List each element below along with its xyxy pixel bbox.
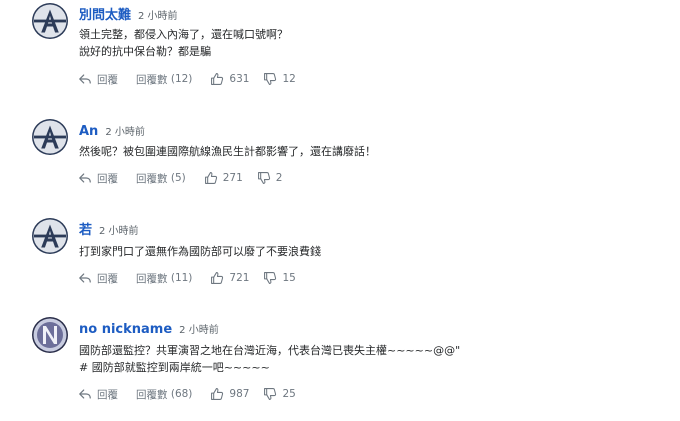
dislike-count: 2	[275, 172, 283, 184]
user-avatar[interactable]	[32, 3, 68, 39]
dislike-button[interactable]: 2	[257, 171, 283, 185]
comment-text: 打到家門口了還無作為國防部可以廢了不要浪費錢	[79, 243, 321, 260]
replies-count-button[interactable]: 回覆數 (5)	[136, 171, 186, 186]
like-count: 271	[222, 172, 243, 184]
dislike-button[interactable]: 12	[263, 72, 296, 86]
reply-button[interactable]: 回覆	[78, 387, 118, 402]
username[interactable]: 別問太難	[79, 8, 131, 23]
comment-line: # 國防部就監控到兩岸統一吧~~~~~	[79, 361, 270, 374]
dislike-button[interactable]: 15	[263, 271, 296, 285]
like-count: 987	[229, 388, 250, 400]
dislike-count: 12	[282, 73, 296, 85]
letter-a-avatar-icon	[32, 119, 68, 155]
username[interactable]: no nickname	[79, 322, 172, 337]
user-avatar[interactable]	[32, 218, 68, 254]
reply-arrow-icon	[78, 387, 92, 401]
replies-label: 回覆數	[136, 388, 168, 401]
thumbs-up-icon	[210, 387, 224, 401]
comment-line: 領土完整，都侵入內海了，還在喊口號啊？	[79, 28, 288, 41]
replies-count-button[interactable]: 回覆數 (11)	[136, 271, 192, 286]
reply-arrow-icon	[78, 72, 92, 86]
comment-actions: 回覆 回覆數 (11) 721 15	[78, 270, 296, 286]
reply-label: 回覆	[97, 73, 118, 86]
thumbs-up-icon	[204, 171, 218, 185]
comment-line: 打到家門口了還無作為國防部可以廢了不要浪費錢	[79, 245, 321, 258]
comment-actions: 回覆 回覆數 (12) 631 12	[78, 71, 296, 87]
timestamp: 2 小時前	[99, 226, 139, 237]
reply-arrow-icon	[78, 171, 92, 185]
timestamp: 2 小時前	[138, 11, 178, 22]
like-button[interactable]: 631	[210, 72, 249, 86]
like-button[interactable]: 721	[210, 271, 249, 285]
comment-line: 說好的抗中保台勒？都是騙	[79, 45, 211, 58]
replies-count: (68)	[170, 388, 193, 400]
replies-label: 回覆數	[136, 73, 168, 86]
replies-count: (12)	[170, 73, 193, 85]
reply-button[interactable]: 回覆	[78, 271, 118, 286]
thumbs-up-icon	[210, 271, 224, 285]
username[interactable]: An	[79, 124, 98, 139]
reply-arrow-icon	[78, 271, 92, 285]
dislike-count: 25	[282, 388, 296, 400]
thumbs-down-icon	[257, 171, 271, 185]
letter-a-avatar-icon	[32, 3, 68, 39]
thumbs-down-icon	[263, 271, 277, 285]
comment-actions: 回覆 回覆數 (68) 987 25	[78, 386, 296, 402]
reply-label: 回覆	[97, 172, 118, 185]
reply-label: 回覆	[97, 388, 118, 401]
thumbs-up-icon	[210, 72, 224, 86]
dislike-count: 15	[282, 272, 296, 284]
thumbs-down-icon	[263, 72, 277, 86]
letter-a-avatar-icon	[32, 218, 68, 254]
dislike-button[interactable]: 25	[263, 387, 296, 401]
reply-label: 回覆	[97, 272, 118, 285]
replies-label: 回覆數	[136, 272, 168, 285]
replies-label: 回覆數	[136, 172, 168, 185]
comment-line: 國防部還監控？共軍演習之地在台灣近海，代表台灣已喪失主權~~~~~@@"	[79, 344, 461, 357]
reply-button[interactable]: 回覆	[78, 72, 118, 87]
comment-text: 領土完整，都侵入內海了，還在喊口號啊？ 說好的抗中保台勒？都是騙	[79, 26, 288, 60]
replies-count: (11)	[170, 272, 193, 284]
user-avatar[interactable]	[32, 317, 68, 353]
thumbs-down-icon	[263, 387, 277, 401]
replies-count: (5)	[170, 172, 186, 184]
comment-text: 國防部還監控？共軍演習之地在台灣近海，代表台灣已喪失主權~~~~~@@" # 國…	[79, 342, 460, 376]
replies-count-button[interactable]: 回覆數 (68)	[136, 387, 192, 402]
comment-line: 然後呢？被包圍連國際航線漁民生計都影響了，還在講廢話！	[79, 145, 376, 158]
timestamp: 2 小時前	[179, 325, 219, 336]
timestamp: 2 小時前	[105, 127, 145, 138]
like-button[interactable]: 271	[204, 171, 243, 185]
like-button[interactable]: 987	[210, 387, 249, 401]
like-count: 631	[229, 73, 250, 85]
letter-n-avatar-icon	[32, 317, 68, 353]
reply-button[interactable]: 回覆	[78, 171, 118, 186]
comment-text: 然後呢？被包圍連國際航線漁民生計都影響了，還在講廢話！	[79, 143, 376, 160]
comment-actions: 回覆 回覆數 (5) 271 2	[78, 170, 282, 186]
like-count: 721	[229, 272, 250, 284]
replies-count-button[interactable]: 回覆數 (12)	[136, 72, 192, 87]
user-avatar[interactable]	[32, 119, 68, 155]
username[interactable]: 若	[79, 223, 92, 238]
